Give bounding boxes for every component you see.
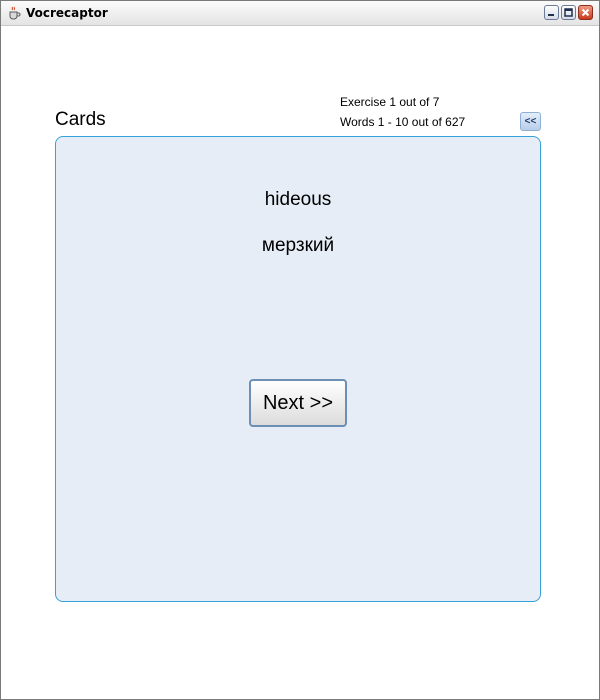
title-bar[interactable]: Vocrecaptor xyxy=(1,1,599,26)
cards-heading: Cards xyxy=(55,109,106,130)
java-coffee-cup-icon xyxy=(7,6,21,20)
maximize-button[interactable] xyxy=(561,5,576,20)
previous-button[interactable]: << xyxy=(520,112,541,131)
words-progress-label: Words 1 - 10 out of 627 xyxy=(340,115,466,129)
app-window: Vocrecaptor Cards Exercise 1 out of 7 Wo… xyxy=(0,0,600,700)
window-title: Vocrecaptor xyxy=(26,6,108,20)
flashcard-panel: hideous мерзкий Next >> xyxy=(55,136,541,602)
front-word: hideous xyxy=(264,189,332,210)
close-button[interactable] xyxy=(578,5,593,20)
translation-word: мерзкий xyxy=(261,235,335,256)
next-button[interactable]: Next >> xyxy=(249,379,347,427)
exercise-progress-label: Exercise 1 out of 7 xyxy=(340,95,440,109)
minimize-button[interactable] xyxy=(544,5,559,20)
